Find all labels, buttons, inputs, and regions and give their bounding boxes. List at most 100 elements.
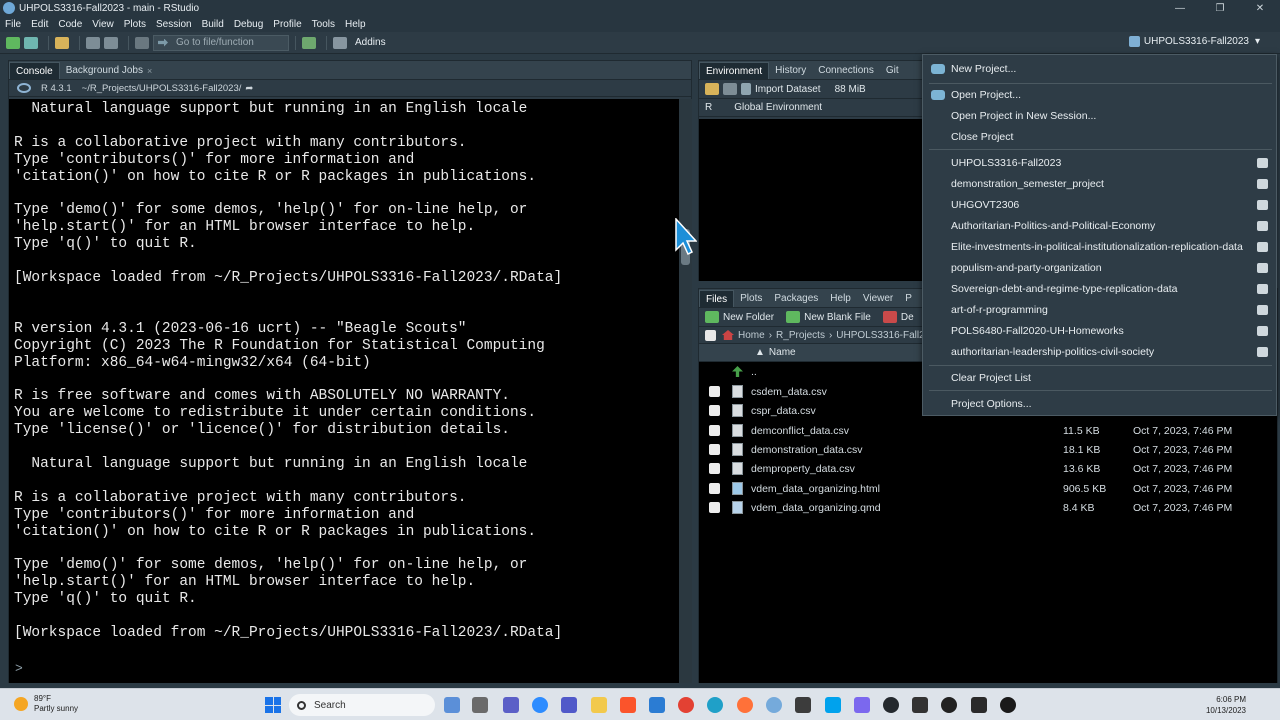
menu-project-options[interactable]: Project Options... bbox=[951, 398, 1032, 410]
zoom-icon[interactable] bbox=[532, 697, 548, 713]
recent-project-item[interactable]: Authoritarian-Politics-and-Political-Eco… bbox=[951, 220, 1155, 232]
open-in-new-session-icon[interactable] bbox=[1257, 263, 1268, 273]
recent-project-item[interactable]: UHPOLS3316-Fall2023 bbox=[951, 157, 1061, 169]
menu-profile[interactable]: Profile bbox=[273, 19, 301, 30]
recent-project-item[interactable]: populism-and-party-organization bbox=[951, 262, 1102, 274]
windows-start-icon[interactable] bbox=[265, 697, 281, 713]
recent-project-item[interactable]: UHGOVT2306 bbox=[951, 199, 1019, 211]
app-icon[interactable] bbox=[795, 697, 811, 713]
environment-scope-select[interactable]: Global Environment bbox=[734, 102, 822, 113]
tab-packages[interactable]: Packages bbox=[768, 290, 824, 307]
recent-project-item[interactable]: Elite-investments-in-political-instituti… bbox=[951, 241, 1243, 253]
column-name[interactable]: Name bbox=[769, 347, 796, 358]
tab-background-jobs[interactable]: Background Jobs × bbox=[60, 62, 159, 79]
tab-connections[interactable]: Connections bbox=[812, 62, 880, 79]
console-output[interactable]: Natural language support but running in … bbox=[9, 99, 679, 683]
tab-viewer[interactable]: Viewer bbox=[857, 290, 899, 307]
file-name[interactable]: demconflict_data.csv bbox=[751, 425, 849, 437]
console-prompt[interactable]: > bbox=[15, 661, 23, 676]
open-in-new-session-icon[interactable] bbox=[1257, 200, 1268, 210]
system-clock[interactable]: 6:06 PM 10/13/2023 bbox=[1206, 694, 1246, 716]
new-folder-button[interactable]: New Folder bbox=[723, 312, 774, 323]
breadcrumb-r-projects[interactable]: R_Projects bbox=[776, 330, 825, 341]
menu-debug[interactable]: Debug bbox=[234, 19, 263, 30]
list-item[interactable]: vdem_data_organizing.html 906.5 KB Oct 7… bbox=[699, 479, 1277, 498]
file-name[interactable]: vdem_data_organizing.qmd bbox=[751, 502, 881, 514]
maximize-button[interactable]: ❐ bbox=[1200, 3, 1240, 14]
list-item[interactable]: demproperty_data.csv 13.6 KB Oct 7, 2023… bbox=[699, 459, 1277, 478]
file-name[interactable]: csdem_data.csv bbox=[751, 386, 827, 398]
file-name[interactable]: .. bbox=[751, 366, 757, 378]
close-button[interactable]: ✕ bbox=[1240, 3, 1280, 14]
project-menu-button[interactable]: UHPOLS3316-Fall2023 ▾ bbox=[1128, 36, 1260, 47]
open-in-new-session-icon[interactable] bbox=[1257, 347, 1268, 357]
chrome-icon[interactable] bbox=[678, 697, 694, 713]
word-icon[interactable] bbox=[649, 697, 665, 713]
app-icon[interactable] bbox=[854, 697, 870, 713]
breadcrumb-home[interactable]: Home bbox=[738, 330, 765, 341]
menu-open-project-new-session[interactable]: Open Project in New Session... bbox=[951, 110, 1096, 122]
app-icon[interactable] bbox=[825, 697, 841, 713]
open-in-new-session-icon[interactable] bbox=[1257, 305, 1268, 315]
tab-git[interactable]: Git bbox=[880, 62, 905, 79]
tab-help[interactable]: Help bbox=[824, 290, 857, 307]
import-dataset-button[interactable]: Import Dataset bbox=[755, 84, 821, 95]
github-icon[interactable] bbox=[883, 697, 899, 713]
recent-project-item[interactable]: POLS6480-Fall2020-UH-Homeworks bbox=[951, 325, 1124, 337]
vcs-icon[interactable] bbox=[302, 36, 316, 49]
file-name[interactable]: cspr_data.csv bbox=[751, 405, 816, 417]
menu-new-project[interactable]: New Project... bbox=[951, 63, 1016, 75]
menu-session[interactable]: Session bbox=[156, 19, 192, 30]
widgets-icon[interactable] bbox=[444, 697, 460, 713]
menu-close-project[interactable]: Close Project bbox=[951, 131, 1013, 143]
delete-button[interactable]: De bbox=[901, 312, 914, 323]
file-checkbox[interactable] bbox=[709, 386, 720, 397]
menu-code[interactable]: Code bbox=[58, 19, 82, 30]
taskbar-search[interactable]: Search bbox=[289, 694, 435, 716]
menu-help[interactable]: Help bbox=[345, 19, 366, 30]
open-in-new-session-icon[interactable] bbox=[1257, 326, 1268, 336]
file-name[interactable]: demonstration_data.csv bbox=[751, 444, 862, 456]
dell-icon[interactable] bbox=[1000, 697, 1016, 713]
open-in-new-session-icon[interactable] bbox=[1257, 221, 1268, 231]
file-name[interactable]: demproperty_data.csv bbox=[751, 463, 855, 475]
open-in-new-session-icon[interactable] bbox=[1257, 242, 1268, 252]
home-icon[interactable] bbox=[722, 330, 734, 340]
open-in-new-session-icon[interactable] bbox=[1257, 158, 1268, 168]
file-checkbox[interactable] bbox=[709, 483, 720, 494]
console-scrollbar[interactable] bbox=[679, 99, 692, 683]
tab-environment[interactable]: Environment bbox=[699, 62, 770, 79]
new-blank-file-button[interactable]: New Blank File bbox=[804, 312, 871, 323]
breadcrumb-project[interactable]: UHPOLS3316-Fall2 bbox=[836, 330, 924, 341]
recent-project-item[interactable]: authoritarian-leadership-politics-civil-… bbox=[951, 346, 1154, 358]
save-workspace-icon[interactable] bbox=[723, 83, 737, 95]
chat-icon[interactable] bbox=[503, 697, 519, 713]
open-in-new-session-icon[interactable] bbox=[1257, 284, 1268, 294]
load-workspace-icon[interactable] bbox=[705, 83, 719, 95]
obs-icon[interactable] bbox=[941, 697, 957, 713]
file-name[interactable]: vdem_data_organizing.html bbox=[751, 483, 880, 495]
file-explorer-icon[interactable] bbox=[591, 697, 607, 713]
task-view-icon[interactable] bbox=[472, 697, 488, 713]
working-directory[interactable]: ~/R_Projects/UHPOLS3316-Fall2023/ bbox=[82, 83, 242, 94]
workspace-panes-icon[interactable] bbox=[333, 36, 347, 49]
tab-history[interactable]: History bbox=[769, 62, 812, 79]
teams-icon[interactable] bbox=[561, 697, 577, 713]
print-icon[interactable] bbox=[135, 36, 149, 49]
tab-files[interactable]: Files bbox=[699, 290, 735, 307]
tab-console[interactable]: Console bbox=[9, 62, 60, 79]
language-select[interactable]: R bbox=[705, 102, 712, 113]
rstudio-taskbar-icon[interactable] bbox=[766, 697, 782, 713]
menu-edit[interactable]: Edit bbox=[31, 19, 48, 30]
tab-presentation[interactable]: P bbox=[899, 290, 918, 307]
minimize-button[interactable]: — bbox=[1160, 3, 1200, 14]
addins-menu[interactable]: Addins bbox=[355, 37, 386, 48]
close-icon[interactable]: × bbox=[147, 66, 152, 76]
recent-project-item[interactable]: art-of-r-programming bbox=[951, 304, 1048, 316]
open-file-icon[interactable] bbox=[55, 36, 69, 49]
firefox-icon[interactable] bbox=[737, 697, 753, 713]
goto-file-input[interactable]: Go to file/function bbox=[153, 34, 289, 51]
list-item[interactable]: demconflict_data.csv 11.5 KB Oct 7, 2023… bbox=[699, 421, 1277, 440]
recent-project-item[interactable]: demonstration_semester_project bbox=[951, 178, 1104, 190]
menu-tools[interactable]: Tools bbox=[312, 19, 335, 30]
